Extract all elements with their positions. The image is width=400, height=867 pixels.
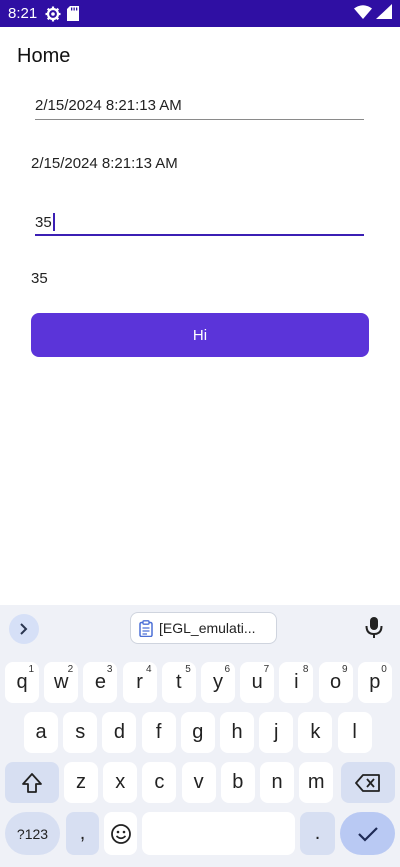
key-g[interactable]: g [180, 712, 215, 753]
emoji-key[interactable] [104, 812, 137, 855]
key-label: o [330, 671, 342, 693]
key-label: i [294, 671, 299, 693]
key-f[interactable]: f [141, 712, 176, 753]
key-j[interactable]: j [259, 712, 294, 753]
key-label: q [16, 671, 28, 693]
clipboard-suggestion-chip[interactable]: [EGL_emulati... [130, 612, 277, 644]
key-m[interactable]: m [299, 762, 334, 803]
key-label: p [369, 671, 381, 693]
checkmark-icon [357, 826, 378, 842]
status-time: 8:21 [8, 5, 38, 22]
keyboard-expand-button[interactable] [9, 614, 39, 644]
key-label: y [213, 671, 223, 693]
backspace-icon [355, 773, 380, 792]
key-w[interactable]: w2 [44, 662, 79, 703]
hi-button[interactable]: Hi [31, 313, 369, 357]
key-label: u [251, 671, 263, 693]
app-header: Home [0, 27, 400, 85]
symbols-key[interactable]: ?123 [5, 812, 60, 855]
soft-keyboard: [EGL_emulati... q1w2e3r4t5y6u7i8o9p0 asd… [0, 605, 400, 867]
key-p[interactable]: p0 [357, 662, 392, 703]
key-hint: 9 [342, 664, 348, 675]
navigation-bar [0, 862, 400, 867]
key-hint: 7 [263, 664, 270, 675]
text-caret [52, 213, 55, 231]
key-hint: 6 [224, 664, 230, 675]
wifi-icon [354, 4, 372, 23]
key-hint: 8 [302, 664, 309, 675]
key-hint: 3 [106, 664, 113, 675]
key-k[interactable]: k [298, 712, 333, 753]
key-x[interactable]: x [103, 762, 138, 803]
comma-key[interactable]: , [66, 812, 99, 855]
clipboard-chip-text: [EGL_emulati... [159, 620, 256, 636]
key-y[interactable]: y6 [201, 662, 235, 703]
key-label: w [53, 671, 69, 693]
key-z[interactable]: z [64, 762, 98, 803]
key-r[interactable]: r4 [122, 662, 157, 703]
key-t[interactable]: t5 [161, 662, 196, 703]
signal-icon [376, 4, 392, 23]
key-q[interactable]: q1 [5, 662, 39, 703]
clipboard-icon [139, 619, 153, 637]
key-o[interactable]: o9 [318, 662, 353, 703]
key-label: r [136, 671, 143, 693]
date-entry-underline [35, 119, 364, 120]
number-entry-underline [35, 234, 364, 236]
date-entry[interactable] [35, 88, 364, 122]
space-key[interactable] [142, 812, 295, 855]
key-u[interactable]: u7 [240, 662, 275, 703]
page-title: Home [17, 44, 71, 67]
backspace-key[interactable] [341, 762, 395, 803]
sd-card-icon [67, 6, 80, 21]
key-hint: 5 [185, 664, 191, 675]
chevron-right-icon [20, 623, 28, 635]
key-n[interactable]: n [260, 762, 294, 803]
key-hint: 4 [146, 664, 152, 675]
key-i[interactable]: i8 [279, 662, 314, 703]
key-v[interactable]: v [181, 762, 216, 803]
key-s[interactable]: s [63, 712, 98, 753]
date-label: 2/15/2024 8:21:13 AM [31, 155, 178, 172]
number-label: 35 [31, 270, 48, 287]
number-entry-text: 35 [35, 213, 52, 231]
key-hint: 0 [381, 664, 387, 675]
shift-key[interactable] [5, 762, 59, 803]
keyboard-toolbar: [EGL_emulati... [0, 605, 400, 652]
microphone-icon[interactable] [364, 616, 384, 644]
emoji-icon [110, 823, 131, 844]
key-d[interactable]: d [102, 712, 137, 753]
period-key[interactable]: . [300, 812, 335, 855]
key-e[interactable]: e3 [83, 662, 118, 703]
enter-key[interactable] [340, 812, 395, 855]
key-label: t [176, 671, 182, 693]
shift-icon [22, 772, 42, 793]
key-a[interactable]: a [24, 712, 58, 753]
key-l[interactable]: l [337, 712, 372, 753]
key-hint: 1 [28, 664, 34, 675]
key-c[interactable]: c [142, 762, 177, 803]
key-h[interactable]: h [220, 712, 254, 753]
key-hint: 2 [67, 664, 74, 675]
key-label: e [94, 671, 106, 693]
settings-icon [45, 6, 61, 22]
status-bar: 8:21 [0, 0, 400, 27]
key-b[interactable]: b [220, 762, 255, 803]
